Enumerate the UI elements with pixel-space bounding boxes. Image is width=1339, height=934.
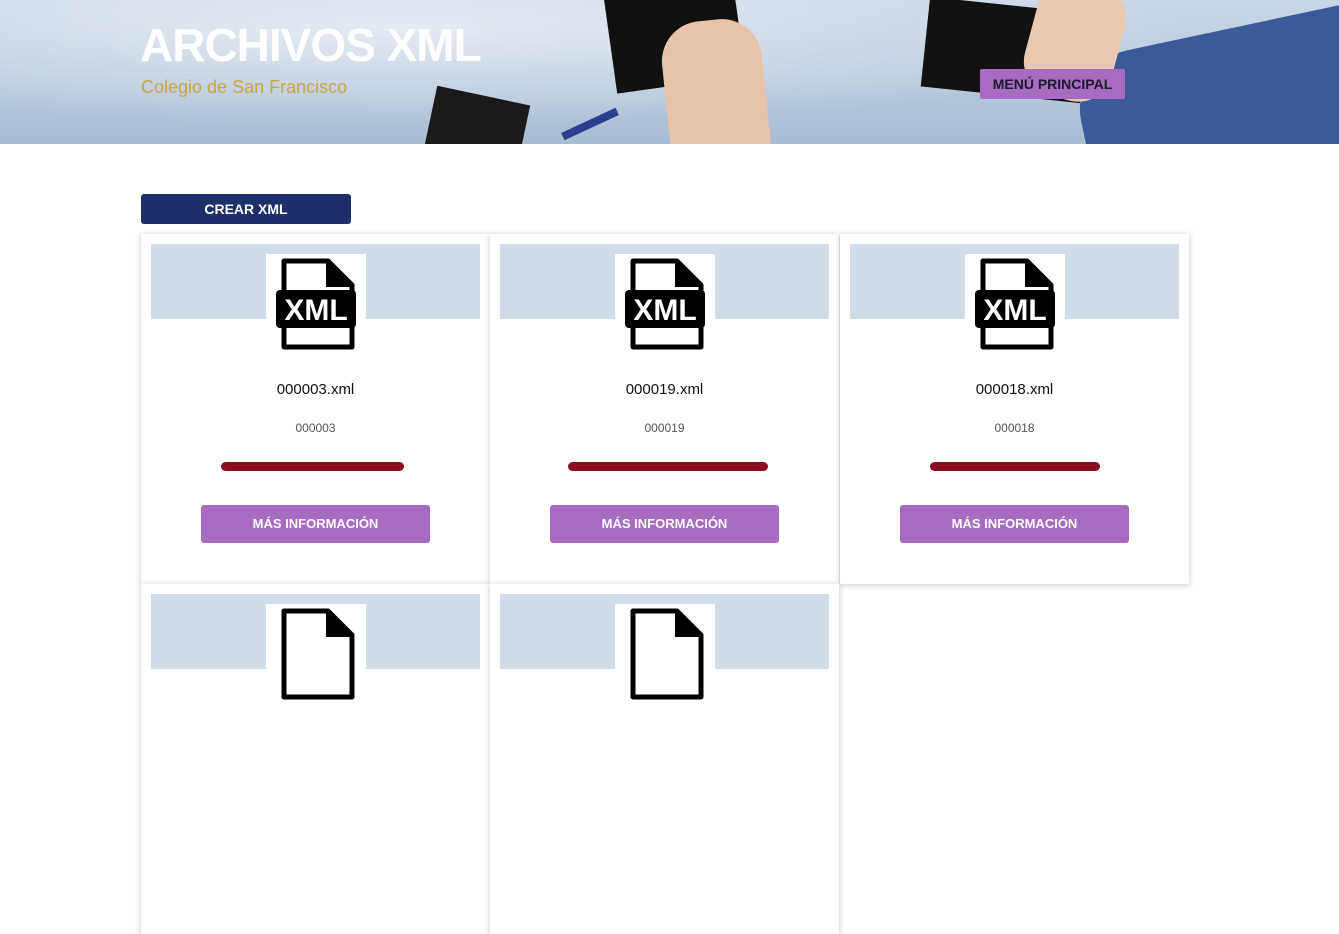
svg-text:XML: XML bbox=[633, 294, 696, 327]
more-info-button[interactable]: MÁS INFORMACIÓN bbox=[900, 505, 1129, 543]
header-banner: ARCHIVOS XML Colegio de San Francisco ME… bbox=[0, 0, 1339, 144]
more-info-button[interactable]: MÁS INFORMACIÓN bbox=[201, 505, 430, 543]
xml-file-card: XML 000003.xml 000003 MÁS INFORMACIÓN bbox=[141, 234, 490, 584]
card-file-id: 000019 bbox=[644, 421, 685, 435]
xml-file-icon: XML bbox=[965, 254, 1065, 354]
svg-text:XML: XML bbox=[983, 294, 1046, 327]
card-filename: 000018.xml bbox=[975, 381, 1054, 398]
xml-file-card bbox=[141, 584, 490, 934]
xml-file-icon: XML bbox=[266, 254, 366, 354]
redacted-student-name bbox=[221, 462, 404, 471]
svg-text:XML: XML bbox=[284, 294, 347, 327]
xml-file-card: XML 000019.xml 000019 MÁS INFORMACIÓN bbox=[490, 234, 839, 584]
create-xml-button[interactable]: CREAR XML bbox=[141, 194, 351, 224]
redacted-student-name bbox=[568, 462, 768, 471]
xml-file-icon: XML bbox=[615, 254, 715, 354]
more-info-button[interactable]: MÁS INFORMACIÓN bbox=[550, 505, 779, 543]
xml-file-card bbox=[490, 584, 839, 934]
page-title: ARCHIVOS XML bbox=[140, 19, 482, 71]
xml-file-card: XML 000018.xml 000018 MÁS INFORMACIÓN bbox=[840, 234, 1189, 584]
card-file-id: 000003 bbox=[295, 421, 336, 435]
card-filename: 000003.xml bbox=[276, 381, 355, 398]
xml-file-icon bbox=[615, 604, 715, 704]
xml-file-icon bbox=[266, 604, 366, 704]
card-filename: 000019.xml bbox=[625, 381, 704, 398]
main-menu-button[interactable]: MENÚ PRINCIPAL bbox=[980, 69, 1125, 99]
card-file-id: 000018 bbox=[994, 421, 1035, 435]
school-name: Colegio de San Francisco bbox=[141, 77, 348, 97]
redacted-student-name bbox=[930, 462, 1100, 471]
